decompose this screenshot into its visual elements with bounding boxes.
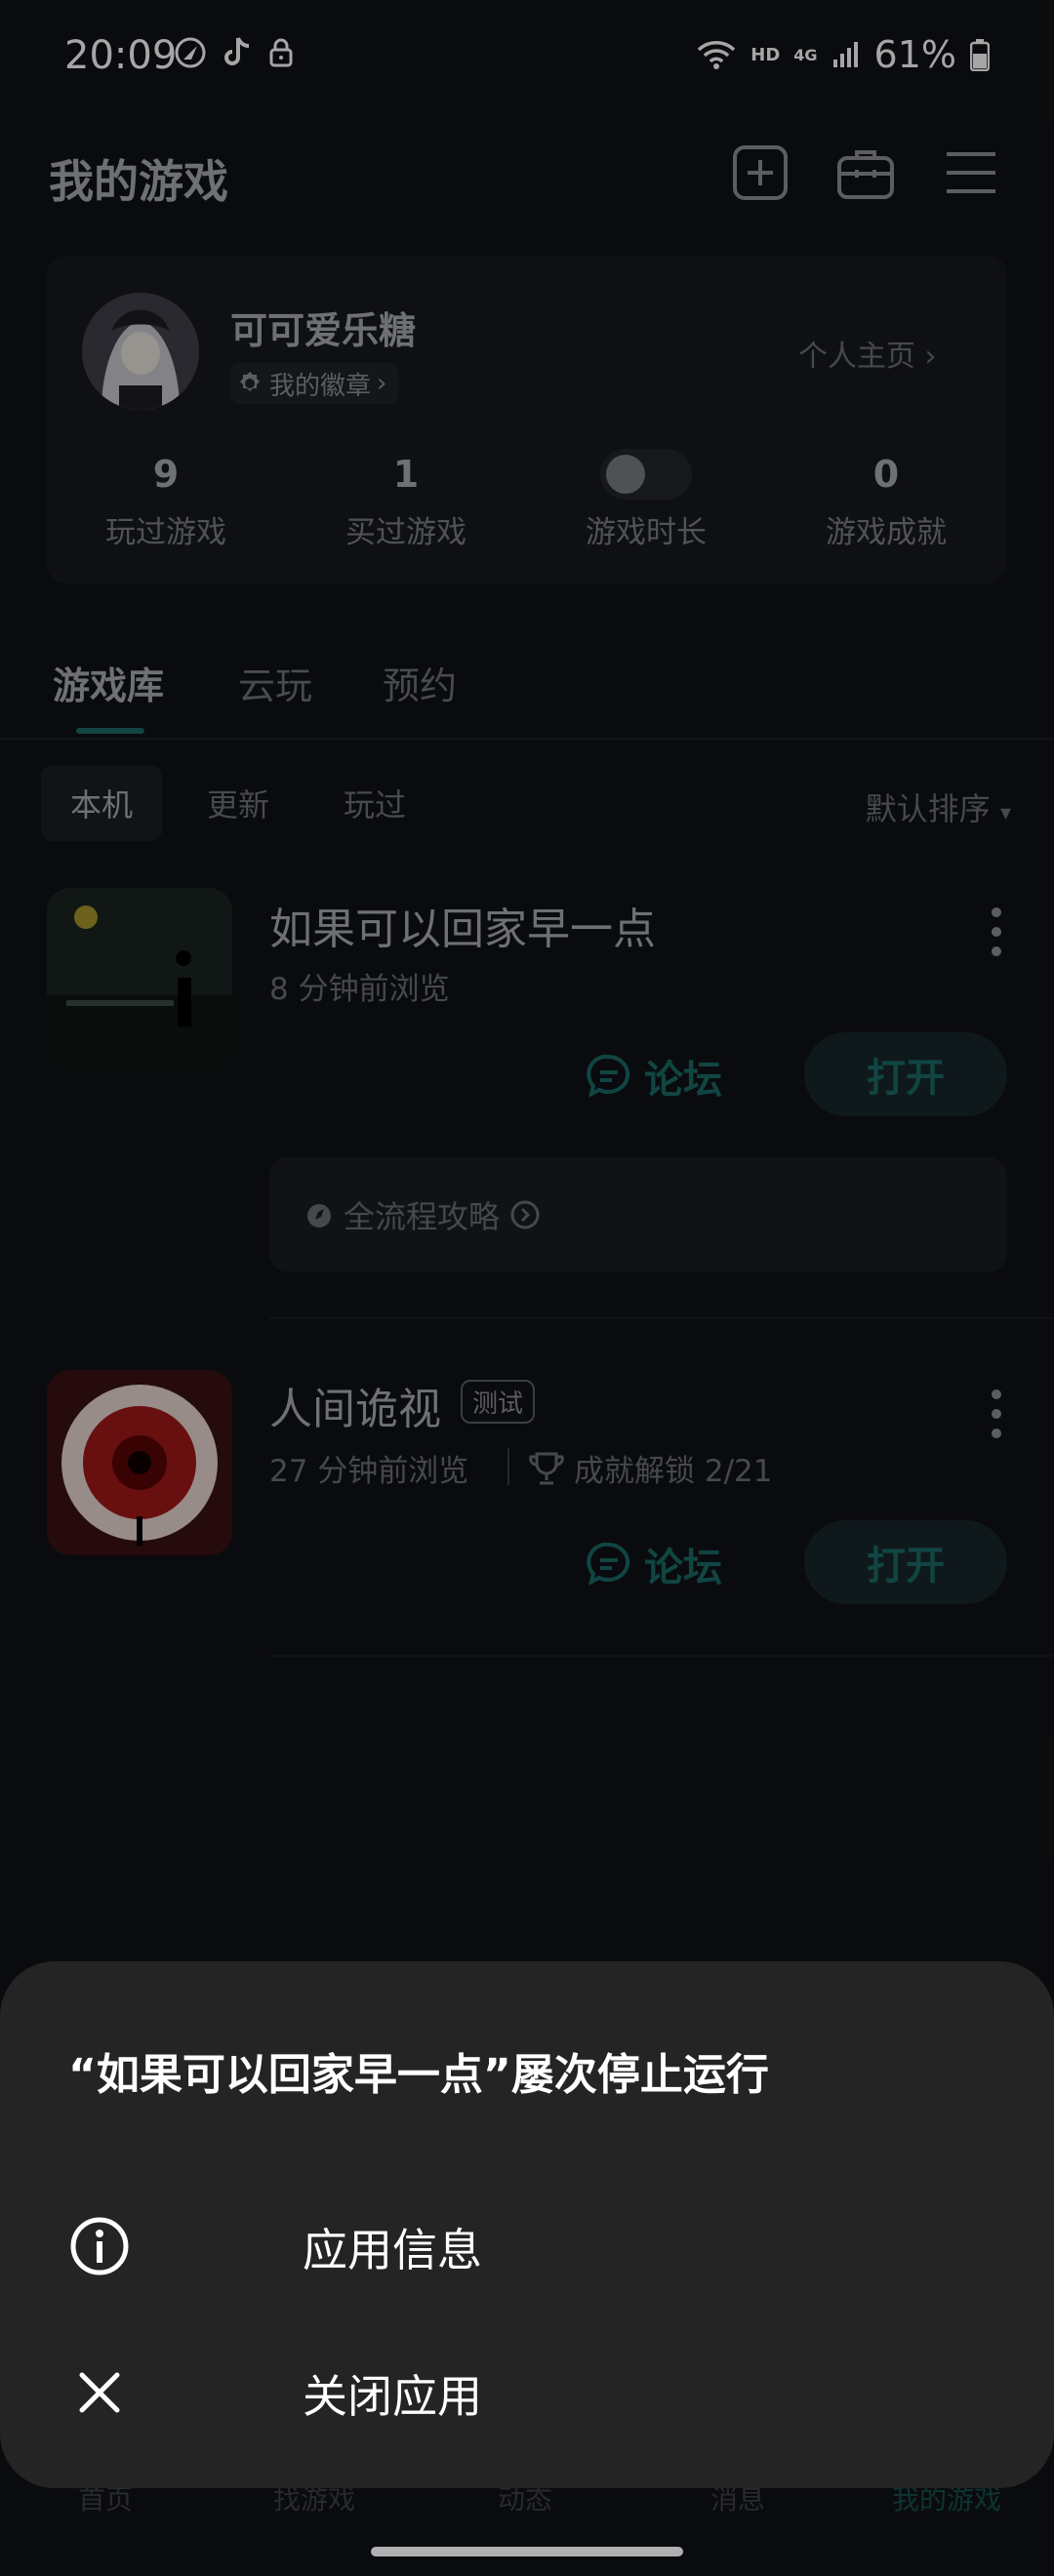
close-icon	[79, 2372, 120, 2413]
home-indicator[interactable]	[371, 2547, 683, 2556]
info-icon	[70, 2217, 129, 2275]
close-app-option[interactable]: 关闭应用	[68, 2354, 986, 2432]
dialog-title: “如果可以回家早一点”屡次停止运行	[68, 2050, 769, 2100]
app-info-label: 应用信息	[303, 2224, 482, 2276]
app-info-option[interactable]: 应用信息	[68, 2207, 986, 2285]
close-app-label: 关闭应用	[303, 2370, 482, 2423]
